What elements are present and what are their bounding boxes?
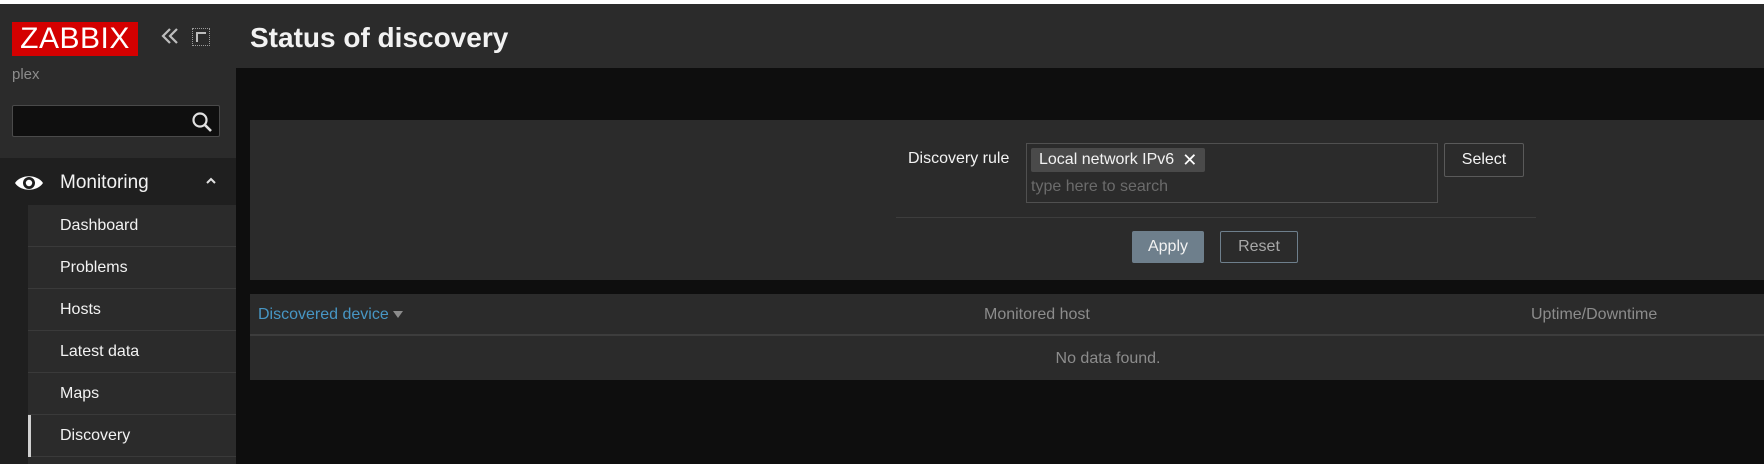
select-button[interactable]: Select (1444, 143, 1524, 177)
sidebar-item-maps[interactable]: Maps (28, 373, 236, 415)
server-name: plex (12, 66, 40, 83)
sidebar-item-dashboard[interactable]: Dashboard (28, 205, 236, 247)
column-monitored-host: Monitored host (984, 306, 1090, 323)
filter-divider (896, 217, 1536, 218)
page-title: Status of discovery (250, 22, 509, 53)
sidebar-item-hosts[interactable]: Hosts (28, 289, 236, 331)
selected-rule-chip-label: Local network IPv6 (1039, 151, 1175, 168)
sidebar-section-label: Monitoring (60, 172, 149, 193)
discovery-table: Discovered device Monitored host Uptime/… (250, 294, 1764, 380)
empty-table-message: No data found. (1055, 350, 1161, 367)
zabbix-logo[interactable]: ZABBIX (12, 22, 138, 56)
sidebar-section-monitoring[interactable]: Monitoring (0, 158, 236, 208)
submenu-rail (0, 205, 28, 464)
close-icon[interactable]: ✕ (1182, 150, 1197, 171)
monitoring-submenu: Dashboard Problems Hosts Latest data Map… (28, 205, 236, 457)
chevron-up-icon (204, 174, 218, 188)
reset-button[interactable]: Reset (1220, 231, 1298, 263)
filter-panel: Discovery rule Local network IPv6 ✕ Sele… (250, 120, 1764, 280)
search-icon[interactable] (190, 110, 214, 134)
sidebar-item-problems[interactable]: Problems (28, 247, 236, 289)
column-discovered-device[interactable]: Discovered device (258, 306, 403, 324)
collapse-sidebar-icon[interactable] (158, 24, 182, 48)
column-discovered-device-label: Discovered device (258, 306, 389, 323)
sidebar-item-latest-data[interactable]: Latest data (28, 331, 236, 373)
selected-rule-chip: Local network IPv6 ✕ (1031, 148, 1206, 172)
sidebar-item-discovery[interactable]: Discovery (28, 415, 236, 457)
discovery-rule-label: Discovery rule (908, 150, 1010, 167)
discovery-rule-search-input[interactable] (1031, 176, 1431, 198)
eye-icon (13, 171, 45, 195)
sort-arrow-icon (392, 311, 403, 319)
discovery-rule-multiselect[interactable]: Local network IPv6 ✕ (1026, 143, 1438, 203)
sidebar-search-input[interactable] (12, 105, 220, 137)
page-header: Status of discovery (236, 4, 1764, 68)
table-header: Discovered device Monitored host Uptime/… (250, 294, 1764, 336)
column-uptime-downtime: Uptime/Downtime (1531, 306, 1658, 323)
kiosk-mode-icon[interactable] (192, 28, 210, 46)
apply-button[interactable]: Apply (1132, 231, 1204, 263)
